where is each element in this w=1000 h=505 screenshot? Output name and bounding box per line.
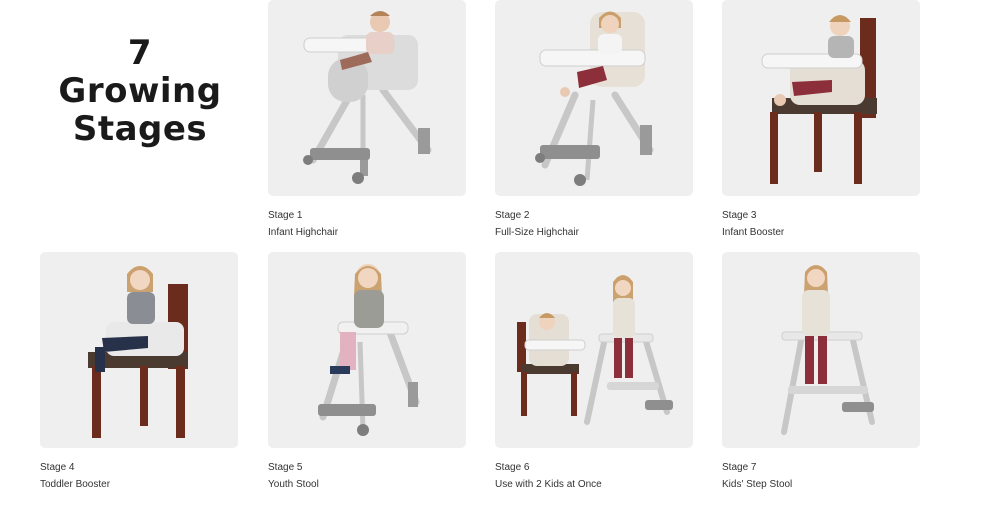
stage-3-name: Infant Booster [722,227,785,238]
stage-5-name: Youth Stool [268,479,319,490]
stage-4-name: Toddler Booster [40,479,111,490]
stage-3-label: Stage 3 [722,210,757,221]
stage-card-2[interactable]: Stage 2 Full-Size Highchair [495,0,693,239]
stage-5-label: Stage 5 [268,462,303,473]
stage-6-photo [495,252,693,448]
headline-word-2: Stages [72,109,208,149]
stage-6-label: Stage 6 [495,462,530,473]
stage-2-name: Full-Size Highchair [495,227,579,238]
stage-1-name: Infant Highchair [268,227,339,238]
stage-card-6[interactable]: Stage 6 Use with 2 Kids at Once [495,252,693,491]
stage-card-4[interactable]: Stage 4 Toddler Booster [40,252,238,491]
stage-1-photo [268,0,466,196]
stage-5-photo [268,252,466,448]
stage-2-photo [495,0,693,196]
stage-7-photo [722,252,920,448]
stage-4-label: Stage 4 [40,462,75,473]
stage-1-label: Stage 1 [268,210,303,221]
stage-7-label: Stage 7 [722,462,757,473]
stage-6-name: Use with 2 Kids at Once [495,479,602,490]
stage-2-label: Stage 2 [495,210,530,221]
stage-4-photo [40,252,238,448]
stage-7-name: Kids' Step Stool [722,479,793,490]
headline-number: 7 [127,33,153,73]
stage-card-3[interactable]: Stage 3 Infant Booster [722,0,920,239]
stage-3-photo [722,0,920,196]
stage-card-5[interactable]: Stage 5 Youth Stool [268,252,466,491]
stage-card-1[interactable]: Stage 1 Infant Highchair [268,0,466,239]
headline-word-1: Growing [58,71,222,111]
page-headline: 7 Growing Stages [40,34,240,148]
stage-card-7[interactable]: Stage 7 Kids' Step Stool [722,252,920,491]
